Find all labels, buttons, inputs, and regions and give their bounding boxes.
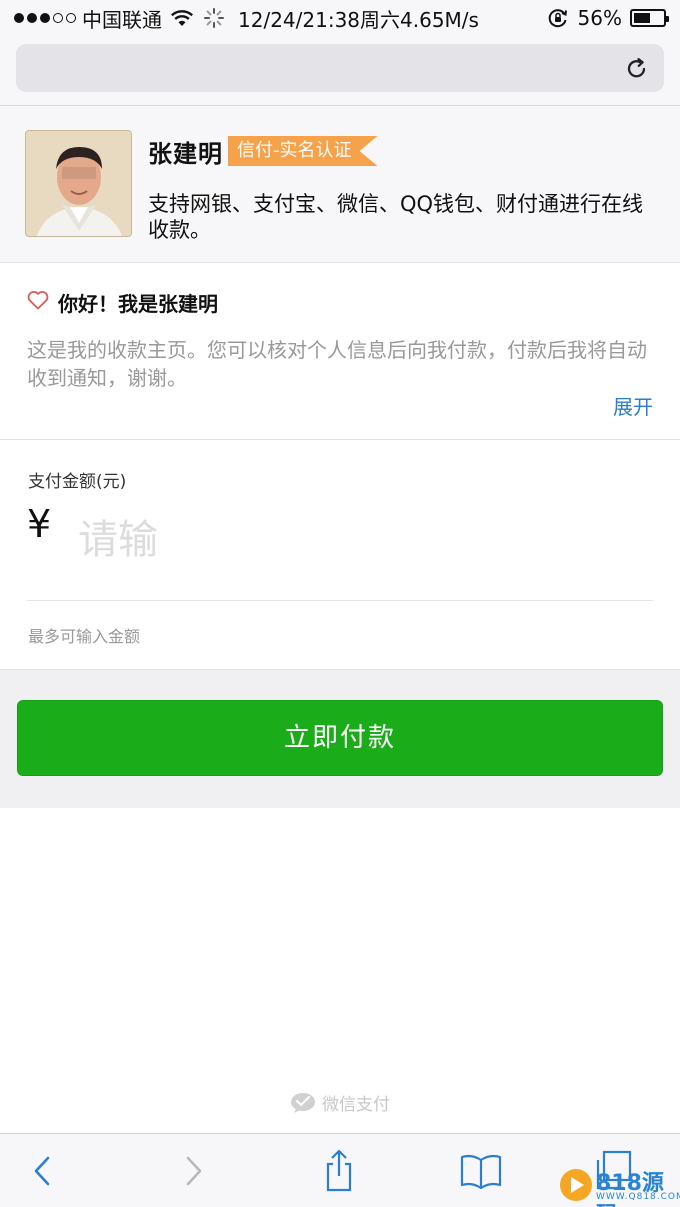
- intro-text: 这是我的收款主页。您可以核对个人信息后向我付款，付款后我将自动收到通知，谢谢。: [27, 338, 647, 390]
- divider: [27, 600, 653, 601]
- page-body: [0, 808, 680, 1133]
- rotation-lock-icon: [548, 9, 567, 28]
- back-icon[interactable]: [20, 1148, 66, 1194]
- intro-section: 你好！我是张建明 这是我的收款主页。您可以核对个人信息后向我付款，付款后我将自动…: [0, 263, 680, 440]
- battery-fill: [634, 13, 650, 23]
- bookmarks-icon[interactable]: [458, 1148, 504, 1194]
- status-bar: 中国联通 12/24/21:38周六4.65M/s 56%: [0, 0, 680, 36]
- wechat-pay-label: 微信支付: [322, 1095, 390, 1115]
- intro-title: 你好！我是张建明: [58, 292, 218, 316]
- battery-percent: 56%: [577, 6, 622, 30]
- wechat-pay-footer: 微信支付: [0, 1090, 680, 1115]
- signal-strength-icon: [14, 13, 76, 23]
- payee-name: 张建明: [148, 140, 223, 168]
- payment-amount-section: 支付金额(元) ¥ 最多可输入金额: [0, 440, 680, 670]
- pay-button-area: 立即付款: [0, 670, 680, 808]
- expand-link[interactable]: 展开: [613, 391, 653, 420]
- wechat-pay-icon: [291, 1092, 315, 1113]
- amount-label: 支付金额(元): [28, 472, 127, 492]
- watermark-url: WWW.Q818.COM: [596, 1192, 680, 1202]
- pay-now-button[interactable]: 立即付款: [17, 700, 663, 776]
- carrier-name: 中国联通: [82, 7, 162, 32]
- currency-symbol: ¥: [27, 502, 52, 546]
- payee-description: 支持网银、支付宝、微信、QQ钱包、财付通进行在线收款。: [148, 192, 644, 242]
- share-icon[interactable]: [316, 1148, 362, 1194]
- verified-badge: 信付-实名认证: [228, 136, 378, 166]
- status-time: 12/24/21:38周六4.65M/s: [238, 7, 479, 32]
- browser-url-area: [0, 36, 680, 106]
- wifi-icon: [170, 10, 194, 26]
- amount-input[interactable]: [78, 504, 648, 576]
- battery-icon: [630, 9, 669, 27]
- heart-icon: [27, 291, 49, 310]
- loading-spinner-icon: [204, 8, 224, 28]
- max-amount-hint: 最多可输入金额: [28, 627, 141, 646]
- avatar: [25, 130, 132, 237]
- forward-icon[interactable]: [170, 1148, 216, 1194]
- reload-icon[interactable]: [624, 56, 650, 82]
- site-watermark-logo: 818源码 WWW.Q818.COM: [560, 1163, 680, 1207]
- payee-profile: 张建明 信付-实名认证 支持网银、支付宝、微信、QQ钱包、财付通进行在线收款。: [0, 107, 680, 263]
- address-bar[interactable]: [16, 44, 664, 92]
